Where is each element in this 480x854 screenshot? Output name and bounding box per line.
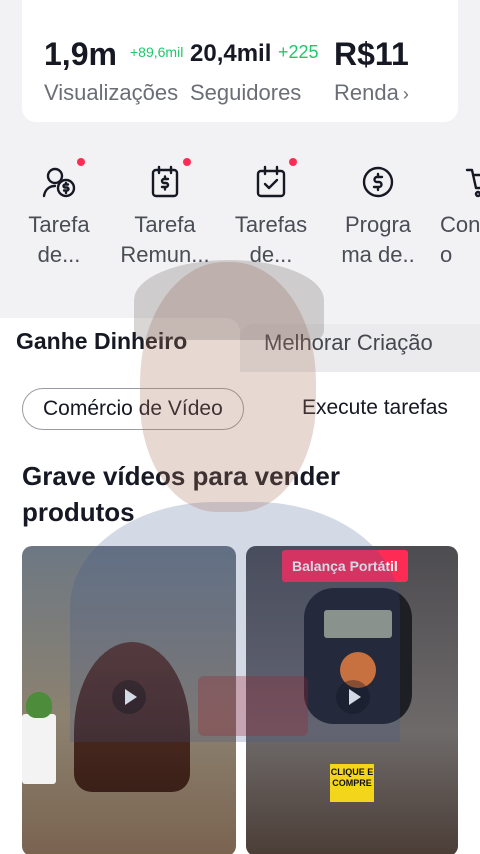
tools-row: Tarefa de... Tarefa Remun... Tarefas de.… xyxy=(0,150,480,280)
diffuser-product xyxy=(74,642,190,792)
video-thumbnail-scale[interactable]: Balança Portátil CLIQUE E COMPRE xyxy=(246,546,458,854)
income-label-row: Renda › xyxy=(334,80,409,106)
play-icon[interactable] xyxy=(336,680,370,714)
promo-tag: Balança Portátil xyxy=(282,550,408,582)
section-title: Grave vídeos para vender produtos xyxy=(22,461,340,527)
followers-delta: +225 xyxy=(278,42,319,62)
tool-label: Tarefas de... xyxy=(234,212,308,267)
main-content: Comércio de Vídeo Execute tarefas Grave … xyxy=(0,372,480,854)
tool-item-paid-task[interactable]: Tarefa de... xyxy=(4,150,114,270)
income-value: R$11 xyxy=(334,36,409,72)
dollar-document-icon xyxy=(147,158,191,200)
income-label: Renda xyxy=(334,80,399,105)
tool-label: Con o xyxy=(440,212,480,267)
chip-execute-tasks[interactable]: Execute tarefas xyxy=(302,388,448,430)
notification-dot xyxy=(289,158,297,166)
play-icon[interactable] xyxy=(112,680,146,714)
chevron-right-icon: › xyxy=(402,84,409,104)
user-dollar-icon xyxy=(41,158,85,200)
tool-label: Tarefa Remun... xyxy=(120,212,210,267)
tool-item-tasks[interactable]: Tarefas de... xyxy=(216,150,326,270)
followers-stat[interactable]: 20,4mil +225 Seguidores xyxy=(190,30,319,106)
tab-earn-money[interactable]: Ganhe Dinheiro xyxy=(0,318,240,372)
income-stat[interactable]: R$11 Renda › xyxy=(334,30,409,106)
views-delta: +89,6mil xyxy=(130,44,184,60)
tool-item-paid-task-2[interactable]: Tarefa Remun... xyxy=(110,150,220,270)
stats-card: 1,9m +89,6mil Visualizações 20,4mil +225… xyxy=(22,0,458,122)
notification-dot xyxy=(183,158,191,166)
tab-label: Melhorar Criação xyxy=(264,330,433,355)
buy-tag: CLIQUE E COMPRE xyxy=(330,764,374,802)
tool-label: Tarefa de... xyxy=(28,212,90,267)
tool-item-shop[interactable]: Con o xyxy=(424,150,480,270)
video-thumbnail-diffuser[interactable] xyxy=(22,546,236,854)
notification-dot xyxy=(77,158,85,166)
views-label: Visualizações xyxy=(44,80,179,105)
scale-screen xyxy=(324,610,392,638)
views-stat[interactable]: 1,9m +89,6mil Visualizações xyxy=(44,30,183,106)
tab-label: Ganhe Dinheiro xyxy=(16,328,188,354)
plant-decoration xyxy=(22,692,56,784)
tool-label: Progra ma de.. xyxy=(341,212,415,267)
dollar-circle-icon xyxy=(360,164,396,200)
calendar-check-icon xyxy=(253,158,297,200)
followers-label: Seguidores xyxy=(190,80,302,105)
tab-improve-creation[interactable]: Melhorar Criação xyxy=(240,324,480,372)
cart-icon xyxy=(464,164,480,200)
tab-bar: Ganhe Dinheiro Melhorar Criação xyxy=(0,318,480,372)
chip-video-commerce[interactable]: Comércio de Vídeo xyxy=(22,388,244,430)
tool-item-program[interactable]: Progra ma de.. xyxy=(323,150,433,270)
